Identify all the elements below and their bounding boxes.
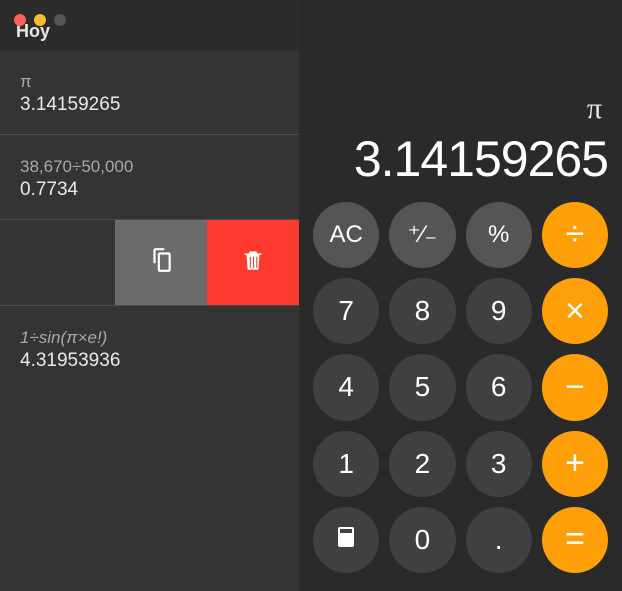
key-clear[interactable]: AC: [313, 202, 379, 268]
key-9[interactable]: 9: [466, 278, 532, 344]
key-3[interactable]: 3: [466, 431, 532, 497]
display-symbol: π: [587, 92, 602, 126]
history-expression: π: [20, 72, 279, 92]
window-close-button[interactable]: [14, 14, 26, 26]
history-list: π 3.14159265 38,670÷50,000 0.7734: [0, 50, 299, 390]
key-equals[interactable]: =: [542, 507, 608, 573]
display: π 3.14159265: [299, 0, 622, 198]
history-result: 0.7734: [20, 179, 279, 201]
calculator-window: Hoy π 3.14159265 38,670÷50,000 0.7734: [0, 0, 622, 591]
history-expression: 1÷sin(π×e!): [20, 328, 279, 348]
copy-button[interactable]: [115, 220, 207, 305]
keypad: AC ⁺∕₋ % ÷ 7 8 9 × 4 5 6 − 1 2 3 + 0 . =: [299, 198, 622, 591]
key-divide[interactable]: ÷: [542, 202, 608, 268]
history-expression: 38,670÷50,000: [20, 157, 279, 177]
history-result: 4.31953936: [20, 350, 279, 372]
trash-icon: [240, 247, 266, 278]
key-sign[interactable]: ⁺∕₋: [389, 202, 455, 268]
copy-icon: [148, 247, 174, 278]
key-7[interactable]: 7: [313, 278, 379, 344]
calculator-icon: [334, 524, 358, 556]
history-result: 3.14159265: [20, 94, 279, 116]
key-mode[interactable]: [313, 507, 379, 573]
window-minimize-button[interactable]: [34, 14, 46, 26]
key-2[interactable]: 2: [389, 431, 455, 497]
key-minus[interactable]: −: [542, 354, 608, 420]
key-decimal[interactable]: .: [466, 507, 532, 573]
key-1[interactable]: 1: [313, 431, 379, 497]
delete-button[interactable]: [207, 220, 299, 305]
key-percent[interactable]: %: [466, 202, 532, 268]
history-sidebar: Hoy π 3.14159265 38,670÷50,000 0.7734: [0, 0, 299, 591]
history-entry[interactable]: 1÷sin(π×e!) 4.31953936: [0, 306, 299, 390]
key-8[interactable]: 8: [389, 278, 455, 344]
key-0[interactable]: 0: [389, 507, 455, 573]
display-value: 3.14159265: [354, 130, 608, 188]
history-entry[interactable]: π 3.14159265: [0, 50, 299, 135]
window-maximize-button[interactable]: [54, 14, 66, 26]
calculator-main: π 3.14159265 AC ⁺∕₋ % ÷ 7 8 9 × 4 5 6 − …: [299, 0, 622, 591]
key-5[interactable]: 5: [389, 354, 455, 420]
key-4[interactable]: 4: [313, 354, 379, 420]
key-6[interactable]: 6: [466, 354, 532, 420]
key-multiply[interactable]: ×: [542, 278, 608, 344]
window-controls: [14, 14, 66, 26]
key-plus[interactable]: +: [542, 431, 608, 497]
history-swipe-actions: [0, 220, 299, 306]
history-entry[interactable]: 38,670÷50,000 0.7734: [0, 135, 299, 220]
